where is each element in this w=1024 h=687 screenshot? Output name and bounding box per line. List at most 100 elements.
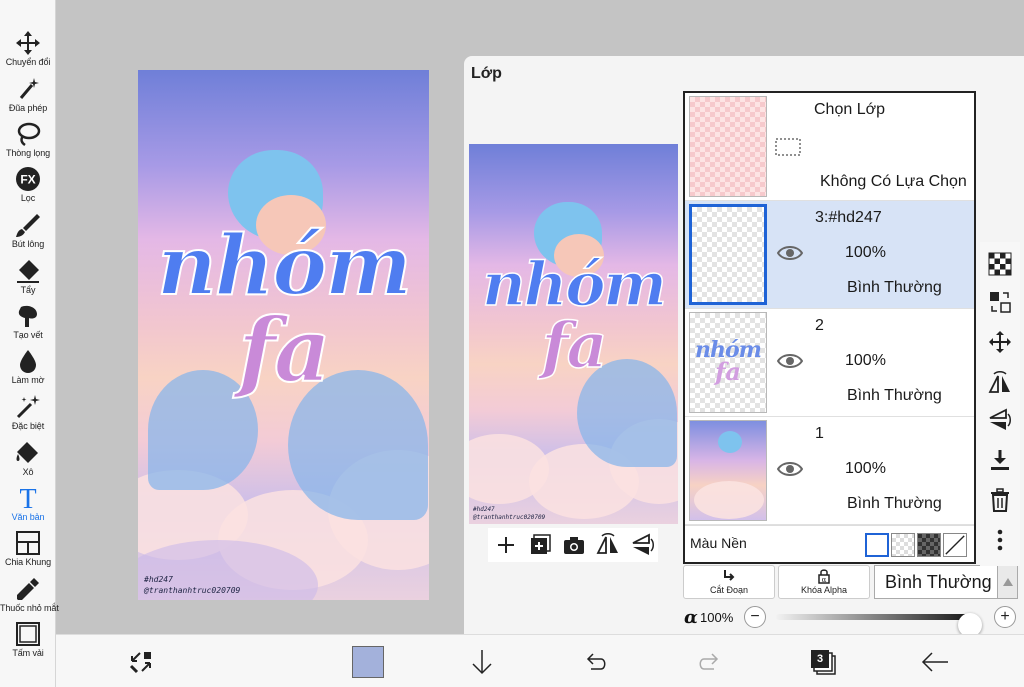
move-layer-icon[interactable]: [988, 330, 1012, 354]
more-options-icon[interactable]: [988, 528, 1012, 552]
camera-icon[interactable]: [562, 533, 586, 557]
layer-row[interactable]: 3:#hd247 100% Bình Thường: [685, 201, 974, 309]
add-layer-icon[interactable]: [494, 533, 518, 557]
bg-none-swatch[interactable]: [943, 533, 967, 557]
selection-thumbnail: [689, 96, 767, 197]
bg-transparent-swatch[interactable]: [891, 533, 915, 557]
tool-magic-wand[interactable]: Đũa phép: [0, 76, 56, 113]
artwork-title-line2: fa: [237, 297, 332, 403]
bucket-icon: [16, 442, 38, 463]
flip-layer-horizontal-icon[interactable]: [988, 370, 1012, 394]
layer-thumbnail: [689, 204, 767, 305]
selection-layer-title: Chọn Lớp: [814, 101, 885, 118]
tool-text[interactable]: T Văn bản: [0, 483, 56, 522]
tool-blur[interactable]: Làm mờ: [0, 348, 56, 385]
tool-label: Tẩy: [20, 285, 36, 295]
bg-dark-swatch[interactable]: [917, 533, 941, 557]
layer-opacity: 100%: [845, 352, 886, 369]
layer-name: 2: [815, 317, 824, 334]
arrow-down-icon[interactable]: [467, 647, 497, 677]
layer-actions-bar: [488, 528, 658, 562]
tool-filter[interactable]: FX Lọc: [0, 166, 56, 203]
add-layer-box-icon[interactable]: [528, 533, 552, 557]
frame-divider-icon: [16, 531, 40, 555]
opacity-increase-button[interactable]: +: [994, 606, 1016, 628]
layer-blend-mode: Bình Thường: [847, 279, 942, 296]
magic-wand-icon: [19, 78, 39, 99]
layer-list: Chọn Lớp Không Có Lựa Chọn 3:#hd247 100%…: [683, 91, 976, 564]
alpha-lock-label: Khóa Alpha: [800, 585, 848, 595]
panel-title: Lớp: [471, 65, 502, 82]
tool-label: Đặc biệt: [11, 421, 45, 431]
tool-transform[interactable]: Chuyển đổi: [0, 30, 56, 67]
blend-mode-dropdown[interactable]: [998, 565, 1018, 599]
preview-watermark-line1: #hd247: [473, 506, 495, 513]
transform-swap-icon[interactable]: [126, 647, 156, 677]
special-pen-icon: [16, 395, 40, 419]
flip-vertical-icon[interactable]: [630, 533, 654, 557]
alpha-symbol: α: [684, 607, 698, 628]
left-toolbar: Chuyển đổi Đũa phép Thòng lọng FX Lọc Bú…: [0, 0, 59, 687]
tool-lasso[interactable]: Thòng lọng: [0, 121, 56, 158]
preview-artwork: nhóm fa #hd247 @tranthanhtruc020709: [469, 144, 678, 524]
tool-smudge[interactable]: Tạo vết: [0, 303, 56, 340]
opacity-row: α 100% − +: [682, 606, 1022, 637]
tool-bucket[interactable]: Xô: [0, 440, 56, 477]
swap-layers-icon[interactable]: [988, 290, 1012, 314]
opacity-slider[interactable]: [776, 613, 982, 637]
svg-text:FX: FX: [20, 173, 35, 187]
background-color-row: Màu Nền: [685, 525, 974, 562]
visibility-eye-icon[interactable]: [777, 460, 803, 478]
tool-label: Chuyển đổi: [5, 57, 51, 67]
trash-icon[interactable]: [988, 488, 1012, 512]
redo-icon[interactable]: [694, 647, 724, 677]
visibility-eye-icon[interactable]: [777, 352, 803, 370]
clip-button[interactable]: Cắt Đoạn: [683, 565, 775, 599]
flip-layer-vertical-icon[interactable]: [988, 408, 1012, 432]
alpha-lock-button[interactable]: α Khóa Alpha: [778, 565, 870, 599]
layer-thumbnail: nhóm fa: [689, 312, 767, 413]
thumbnail-title-line2: fa: [715, 357, 741, 386]
selection-layer-row[interactable]: Chọn Lớp Không Có Lựa Chọn: [685, 93, 974, 201]
tool-label: Thuốc nhỏ mắt: [0, 603, 59, 613]
eraser-icon: [17, 260, 39, 283]
bg-white-swatch[interactable]: [865, 533, 889, 557]
blend-mode-select[interactable]: Bình Thường: [874, 565, 998, 599]
drawing-canvas[interactable]: nhóm fa #hd247 @tranthanhtruc020709: [138, 70, 429, 600]
undo-icon[interactable]: [581, 647, 611, 677]
layer-name: 3:#hd247: [815, 209, 882, 226]
merge-down-icon[interactable]: [988, 448, 1012, 472]
layer-row[interactable]: nhóm fa 2 100% Bình Thường: [685, 309, 974, 417]
selection-marquee-icon: [775, 138, 801, 156]
visibility-eye-icon[interactable]: [777, 244, 803, 262]
back-arrow-icon[interactable]: [920, 647, 950, 677]
layer-row[interactable]: 1 100% Bình Thường: [685, 417, 974, 525]
fx-filter-icon: FX: [16, 167, 40, 191]
opacity-decrease-button[interactable]: −: [744, 606, 766, 628]
layer-blend-mode: Bình Thường: [847, 495, 942, 512]
lock-alpha-icon: α: [818, 569, 830, 584]
layer-side-toolbar: [980, 242, 1020, 566]
tool-eyedropper[interactable]: Thuốc nhỏ mắt: [0, 576, 59, 613]
background-label: Màu Nền: [690, 535, 747, 551]
tool-label: Làm mờ: [11, 375, 45, 385]
current-color-swatch[interactable]: [352, 646, 384, 678]
tool-label: Lọc: [20, 193, 36, 203]
move-icon: [16, 31, 40, 55]
tool-eraser[interactable]: Tẩy: [0, 258, 56, 295]
flip-horizontal-icon[interactable]: [596, 533, 620, 557]
text-icon: T: [19, 484, 36, 511]
watermark-line2: @tranthanhtruc020709: [144, 586, 241, 595]
tool-special[interactable]: Đặc biệt: [0, 394, 56, 431]
watermark-line1: #hd247: [144, 575, 173, 584]
tool-label: Tấm vải: [12, 648, 44, 658]
tool-frame-divider[interactable]: Chia Khung: [0, 530, 56, 567]
tool-canvas[interactable]: Tấm vải: [0, 621, 56, 658]
brush-icon: [16, 214, 40, 237]
layers-button[interactable]: 3: [808, 647, 838, 677]
artwork-image: nhóm fa #hd247 @tranthanhtruc020709: [138, 70, 429, 600]
checker-transparency-icon[interactable]: [988, 252, 1012, 276]
layer-thumbnail: [689, 420, 767, 521]
tool-brush[interactable]: Bút lông: [0, 212, 56, 249]
layer-opacity: 100%: [845, 460, 886, 477]
